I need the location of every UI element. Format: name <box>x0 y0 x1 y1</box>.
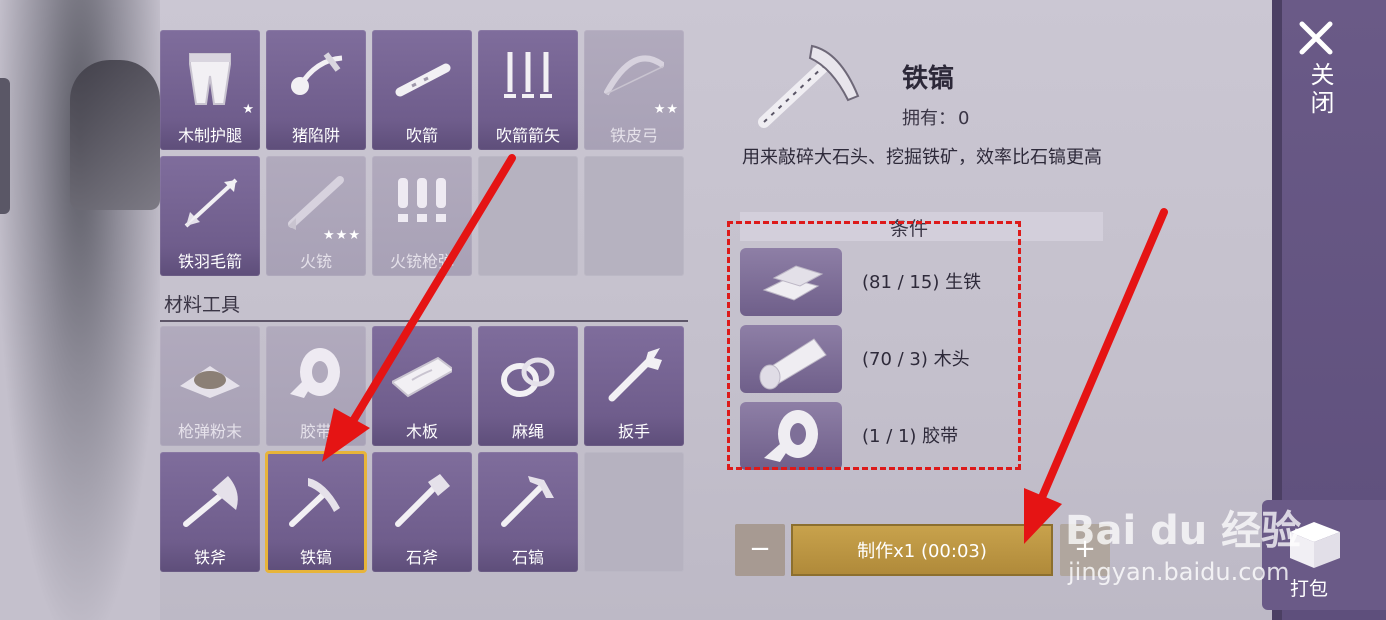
watermark-logo: Bai du 经验 <box>1065 508 1302 554</box>
recipe-slot-gunpowder[interactable]: 枪弹粉末 <box>160 326 260 446</box>
pack-label[interactable]: 打包 <box>1290 574 1328 601</box>
recipe-slot-stone-axe[interactable]: 石斧 <box>372 452 472 572</box>
recipe-label: 火铳 <box>299 252 332 271</box>
arrow-icon <box>184 178 238 228</box>
iron-axe-icon <box>183 476 238 527</box>
background-character <box>70 60 160 210</box>
owned-count: 拥有： 0 <box>902 104 969 130</box>
recipe-label: 石斧 <box>405 548 438 567</box>
empty-slot <box>584 156 684 276</box>
recipe-slot-blowgun-darts[interactable]: 吹箭箭矢 <box>478 30 578 150</box>
recipe-slot-iron-axe[interactable]: 铁斧 <box>160 452 260 572</box>
recipe-label: 铁羽毛箭 <box>177 252 242 271</box>
rarity-stars: ★ <box>242 102 255 117</box>
recipe-slot-iron-feather-arrow[interactable]: 铁羽毛箭 <box>160 156 260 276</box>
recipe-slot-iron-bow[interactable]: ★★ 铁皮弓 <box>584 30 684 150</box>
recipe-slot-rope[interactable]: 麻绳 <box>478 326 578 446</box>
rarity-stars: ★★ <box>653 102 679 117</box>
annotation-highlight-box <box>727 221 1021 470</box>
close-icon[interactable] <box>1298 20 1334 56</box>
left-edge-tab[interactable] <box>0 78 10 214</box>
bullets-icon <box>398 178 446 222</box>
recipe-label: 吹箭箭矢 <box>495 126 560 145</box>
watermark-url: jingyan.baidu.com <box>1068 558 1290 586</box>
empty-slot <box>584 452 684 572</box>
gunpowder-icon <box>180 366 240 398</box>
owned-value: 0 <box>958 108 970 129</box>
recipe-label: 木制护腿 <box>177 126 242 145</box>
rope-icon <box>501 357 555 397</box>
dart-icon <box>504 52 552 98</box>
iron-pickaxe-icon <box>289 478 340 527</box>
decrease-quantity-button[interactable]: − <box>735 524 785 576</box>
recipe-grid-weapons: ★ 木制护腿 猪陷阱 吹箭 吹箭箭矢 ★★ 铁皮弓 铁羽毛箭 ★★★ 火铳 火铳… <box>160 30 688 276</box>
recipe-label: 扳手 <box>617 422 650 441</box>
recipe-label: 麻绳 <box>511 422 544 441</box>
recipe-slot-tape[interactable]: 胶带 <box>266 326 366 446</box>
item-description: 用来敲碎大石头、挖掘铁矿，效率比石镐更高 <box>742 147 1102 168</box>
section-title-materials-tools: 材料工具 <box>164 294 241 316</box>
section-divider <box>160 320 688 322</box>
recipe-label: 枪弹粉末 <box>177 422 242 441</box>
owned-label: 拥有： <box>902 108 956 129</box>
recipe-grid-materials: 枪弹粉末 胶带 木板 麻绳 扳手 铁斧 铁镐 石斧 石镐 <box>160 326 688 573</box>
close-label[interactable]: 关闭 <box>1298 62 1338 118</box>
empty-slot <box>478 156 578 276</box>
recipe-slot-wooden-leggings[interactable]: ★ 木制护腿 <box>160 30 260 150</box>
plank-icon <box>392 356 452 398</box>
recipe-label: 吹箭 <box>405 126 438 145</box>
recipe-label: 铁皮弓 <box>609 126 658 145</box>
recipe-label: 铁镐 <box>299 548 332 567</box>
rarity-stars: ★★★ <box>323 228 361 243</box>
recipe-label: 猪陷阱 <box>291 126 340 145</box>
blowgun-icon <box>395 63 451 97</box>
recipe-label: 石镐 <box>511 548 544 567</box>
recipe-slot-pig-trap[interactable]: 猪陷阱 <box>266 30 366 150</box>
recipe-slot-wrench[interactable]: 扳手 <box>584 326 684 446</box>
leg-armor-icon <box>189 53 231 105</box>
stone-axe-icon <box>395 474 450 527</box>
recipe-slot-blowgun[interactable]: 吹箭 <box>372 30 472 150</box>
craft-button[interactable]: 制作x1 (00:03) <box>791 524 1053 576</box>
recipe-slot-musket[interactable]: ★★★ 火铳 <box>266 156 366 276</box>
bow-icon <box>604 55 664 96</box>
recipe-label: 火铳枪弹 <box>389 252 454 271</box>
tape-icon <box>290 348 340 398</box>
musket-icon <box>288 176 344 230</box>
recipe-label: 铁斧 <box>193 548 226 567</box>
item-name: 铁镐 <box>902 64 955 94</box>
pig-trap-icon <box>291 52 343 95</box>
recipe-slot-iron-pickaxe[interactable]: 铁镐 <box>265 451 367 573</box>
recipe-slot-plank[interactable]: 木板 <box>372 326 472 446</box>
recipe-label: 木板 <box>405 422 438 441</box>
recipe-label: 胶带 <box>299 422 332 441</box>
recipe-slot-musket-ammo[interactable]: 火铳枪弹 <box>372 156 472 276</box>
iron-pickaxe-icon <box>758 44 860 128</box>
stone-pickaxe-icon <box>501 476 554 527</box>
wrench-icon <box>608 348 662 402</box>
recipe-slot-stone-pickaxe[interactable]: 石镐 <box>478 452 578 572</box>
